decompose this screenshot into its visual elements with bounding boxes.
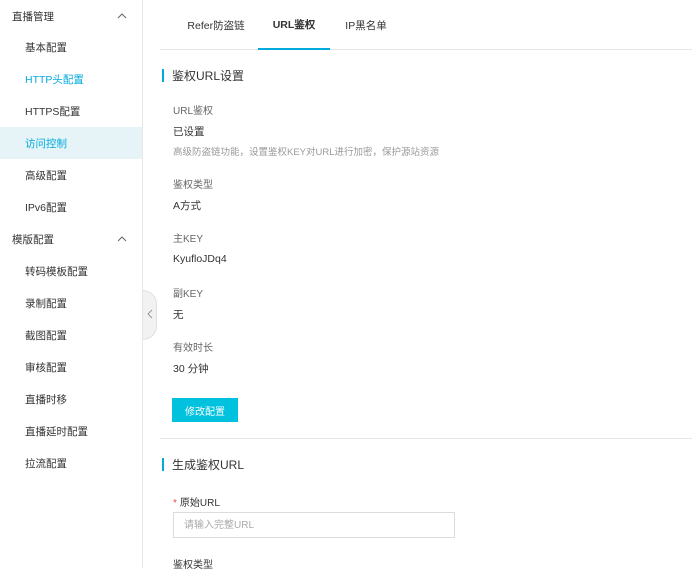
url-auth-value: 已设置 <box>173 126 205 138</box>
original-url-input[interactable] <box>173 512 455 538</box>
sidebar: 直播管理 基本配置 HTTP头配置 HTTPS配置 访问控制 高级配置 IPv6… <box>0 0 143 568</box>
tab-refer-antileech[interactable]: Refer防盗链 <box>178 0 254 50</box>
generate-auth-type-label: 鉴权类型 <box>173 560 213 571</box>
tab-url-auth[interactable]: URL鉴权 <box>258 0 330 50</box>
sidebar-item-http-header[interactable]: HTTP头配置 <box>0 63 142 95</box>
backup-key-value: 无 <box>173 309 184 321</box>
sidebar-item-transcode-template[interactable]: 转码模板配置 <box>0 255 142 287</box>
section-title-text: 鉴权URL设置 <box>172 68 245 83</box>
tab-ip-blacklist[interactable]: IP黑名单 <box>334 0 398 50</box>
sidebar-item-pull-stream[interactable]: 拉流配置 <box>0 447 142 479</box>
auth-type-value: A方式 <box>173 200 202 212</box>
section-accent-bar <box>162 68 164 82</box>
sidebar-group-template-config[interactable]: 模版配置 <box>0 223 142 255</box>
sidebar-item-snapshot-config[interactable]: 截图配置 <box>0 319 142 351</box>
section-title-auth-settings: 鉴权URL设置 <box>162 68 245 83</box>
chevron-up-icon <box>116 233 128 245</box>
sidebar-item-time-shift[interactable]: 直播时移 <box>0 383 142 415</box>
sidebar-group-title: 模版配置 <box>12 233 54 246</box>
backup-key-label: 副KEY <box>173 289 204 300</box>
sidebar-group-title: 直播管理 <box>12 10 54 23</box>
sidebar-group-live-management[interactable]: 直播管理 <box>0 0 142 32</box>
section-title-text: 生成鉴权URL <box>172 457 245 472</box>
sidebar-item-advanced-config[interactable]: 高级配置 <box>0 159 142 191</box>
section-accent-bar <box>162 457 164 471</box>
valid-duration-label: 有效时长 <box>173 343 213 354</box>
section-title-generate-url: 生成鉴权URL <box>162 457 245 472</box>
modify-config-button[interactable]: 修改配置 <box>172 398 238 422</box>
sidebar-item-ipv6-config[interactable]: IPv6配置 <box>0 191 142 223</box>
main-content: Refer防盗链 URL鉴权 IP黑名单 鉴权URL设置 URL鉴权 已设置 高… <box>144 0 692 571</box>
sidebar-item-delay-config[interactable]: 直播延时配置 <box>0 415 142 447</box>
auth-type-label: 鉴权类型 <box>173 180 213 191</box>
required-asterisk: * <box>173 498 177 509</box>
main-key-label: 主KEY <box>173 234 204 245</box>
sidebar-item-basic-config[interactable]: 基本配置 <box>0 31 142 63</box>
valid-duration-value: 30 分钟 <box>173 363 209 375</box>
sidebar-item-review-config[interactable]: 审核配置 <box>0 351 142 383</box>
url-auth-description: 高级防盗链功能，设置鉴权KEY对URL进行加密，保护源站资源 <box>173 147 440 158</box>
tab-bar: Refer防盗链 URL鉴权 IP黑名单 <box>160 0 692 50</box>
original-url-label-text: 原始URL <box>179 498 220 509</box>
sidebar-item-https-config[interactable]: HTTPS配置 <box>0 95 142 127</box>
original-url-label: * 原始URL <box>173 494 220 509</box>
sidebar-item-access-control[interactable]: 访问控制 <box>0 127 142 159</box>
section-divider <box>160 438 692 439</box>
sidebar-item-record-config[interactable]: 录制配置 <box>0 287 142 319</box>
main-key-value: KyufloJDq4 <box>173 253 227 265</box>
chevron-up-icon <box>116 10 128 22</box>
url-auth-label: URL鉴权 <box>173 106 214 117</box>
